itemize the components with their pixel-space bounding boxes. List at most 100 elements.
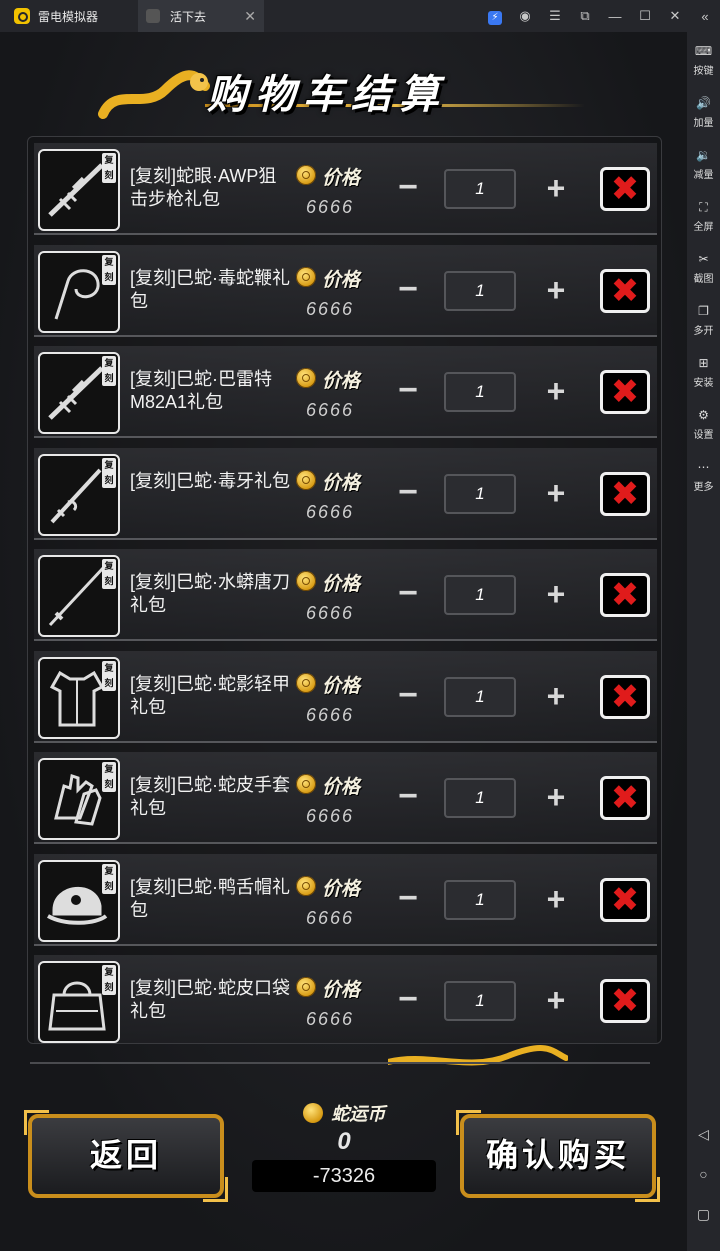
maximize-icon[interactable]: ☐ <box>630 8 660 24</box>
close-icon: ✖ <box>610 271 640 310</box>
cart-header: 购物车结算 <box>95 60 595 130</box>
quantity-input[interactable]: 1 <box>444 473 516 514</box>
item-thumbnail[interactable]: 复刻 <box>38 453 120 536</box>
back-button[interactable]: 返回 <box>24 1110 228 1202</box>
item-price: 6666 <box>306 806 355 826</box>
remove-item-button[interactable]: ✖ <box>600 573 650 617</box>
sidebar-item-4[interactable]: ✂ 截图 <box>687 244 720 292</box>
increase-quantity-button[interactable]: + <box>538 882 574 918</box>
remove-item-button[interactable]: ✖ <box>600 471 650 516</box>
increase-quantity-button[interactable]: + <box>538 374 574 410</box>
quantity-input[interactable]: 1 <box>444 778 516 818</box>
sidebar-item-label: 全屏 <box>693 222 714 233</box>
sidebar-item-2[interactable]: 🔉 减量 <box>687 140 720 188</box>
coin-icon <box>296 165 316 185</box>
sidebar-item-7[interactable]: ⚙ 设置 <box>687 400 720 448</box>
decrease-quantity-button[interactable]: − <box>390 678 426 715</box>
remove-item-button[interactable]: ✖ <box>600 674 650 719</box>
increase-quantity-button[interactable]: + <box>538 171 574 207</box>
close-icon: ✖ <box>610 373 640 411</box>
quantity-input[interactable]: 1 <box>444 169 516 209</box>
nav-back-icon[interactable]: ◁ <box>687 1126 720 1143</box>
item-thumbnail[interactable]: 复刻 <box>38 250 120 333</box>
item-price: 6666 <box>306 603 355 623</box>
close-icon: ✖ <box>610 779 640 817</box>
remove-item-button[interactable]: ✖ <box>600 776 650 820</box>
decrease-quantity-button[interactable]: − <box>390 475 426 512</box>
minimize-icon[interactable]: — <box>600 9 630 24</box>
close-icon[interactable]: ✕ <box>660 8 690 24</box>
cart-item-row: 复刻 [复刻]巳蛇·巴雷特M82A1礼包 价格 6666 −1 + ✖ <box>34 346 657 438</box>
increase-quantity-button[interactable]: + <box>538 273 574 309</box>
cart-item-row: 复刻 [复刻]巳蛇·鸭舌帽礼包 价格 6666 −1 + ✖ <box>34 853 657 946</box>
item-thumbnail[interactable]: 复刻 <box>38 656 120 739</box>
decrease-quantity-button[interactable]: − <box>390 170 426 207</box>
item-thumbnail[interactable]: 复刻 <box>38 149 120 231</box>
increase-quantity-button[interactable]: + <box>538 679 574 715</box>
item-thumbnail[interactable]: 复刻 <box>38 961 120 1043</box>
item-thumbnail[interactable]: 复刻 <box>38 352 120 434</box>
coin-icon <box>296 774 316 794</box>
footer-divider <box>30 1062 650 1064</box>
decrease-quantity-button[interactable]: − <box>390 272 426 309</box>
sidebar-item-8[interactable]: ⋯ 更多 <box>687 452 720 500</box>
account-icon[interactable]: ◉ <box>510 8 540 24</box>
sidebar-item-1[interactable]: 🔊 加量 <box>687 88 720 136</box>
item-price: 6666 <box>306 704 355 725</box>
decrease-quantity-button[interactable]: − <box>390 373 426 410</box>
multi-window-icon[interactable]: ⧉ <box>570 8 600 24</box>
reissue-tag: 复刻 <box>102 559 116 589</box>
item-thumbnail[interactable]: 复刻 <box>38 859 120 942</box>
sidebar-item-0[interactable]: ⌨ 按键 <box>687 36 720 84</box>
menu-icon[interactable]: ☰ <box>540 8 570 24</box>
volume-down-icon: 🔉 <box>696 148 711 162</box>
item-thumbnail[interactable]: 复刻 <box>38 758 120 840</box>
item-name: [复刻]蛇眼·AWP狙击步枪礼包 <box>130 166 277 209</box>
item-price: 6666 <box>306 298 355 319</box>
decrease-quantity-button[interactable]: − <box>390 881 426 918</box>
fullscreen-icon: ⛶ <box>699 200 708 214</box>
cart-list[interactable]: 复刻 [复刻]蛇眼·AWP狙击步枪礼包 价格 6666−1 + ✖ 复刻 [复刻]巳蛇·毒蛇鞭… <box>27 136 662 1044</box>
nav-home-icon[interactable]: ○ <box>687 1166 720 1182</box>
tab-title: 活下去 <box>170 9 207 24</box>
price-label: 价格 <box>322 574 361 595</box>
remove-item-button[interactable]: ✖ <box>600 370 650 414</box>
decrease-quantity-button[interactable]: − <box>390 576 426 613</box>
item-thumbnail[interactable]: 复刻 <box>38 555 120 637</box>
quantity-input[interactable]: 1 <box>444 575 516 615</box>
price-label: 价格 <box>322 777 361 798</box>
tab-game[interactable]: 活下去 ✕ <box>138 0 264 32</box>
reissue-tag: 复刻 <box>102 660 116 691</box>
quantity-input[interactable]: 1 <box>444 676 516 717</box>
coin-icon <box>296 266 316 287</box>
boost-icon[interactable]: ⚡ <box>480 8 510 25</box>
tab-close-icon[interactable]: ✕ <box>244 8 256 25</box>
currency-value: 0 <box>337 1128 351 1155</box>
emulator-titlebar: 雷电模拟器 活下去 ✕ ⚡ ◉ ☰ ⧉ — ☐ ✕ « <box>0 0 720 32</box>
increase-quantity-button[interactable]: + <box>538 780 574 816</box>
increase-quantity-button[interactable]: + <box>538 476 574 512</box>
collapse-sidebar-icon[interactable]: « <box>690 9 720 24</box>
scissors-icon: ✂ <box>698 252 709 266</box>
decrease-quantity-button[interactable]: − <box>390 982 426 1019</box>
item-name: [复刻]巳蛇·蛇皮口袋礼包 <box>130 978 290 1021</box>
sidebar-item-5[interactable]: ❐ 多开 <box>687 296 720 344</box>
sidebar-item-6[interactable]: ⊞ 安装 <box>687 348 720 396</box>
nav-recent-icon[interactable]: ▢ <box>687 1206 720 1223</box>
remove-item-button[interactable]: ✖ <box>600 877 650 922</box>
quantity-input[interactable]: 1 <box>444 981 516 1021</box>
remove-item-button[interactable]: ✖ <box>600 979 650 1023</box>
remove-item-button[interactable]: ✖ <box>600 167 650 211</box>
remove-item-button[interactable]: ✖ <box>600 268 650 313</box>
sidebar-item-label: 按键 <box>693 66 714 77</box>
quantity-input[interactable]: 1 <box>444 879 516 920</box>
decrease-quantity-button[interactable]: − <box>390 779 426 816</box>
sidebar-item-3[interactable]: ⛶ 全屏 <box>687 192 720 240</box>
quantity-input[interactable]: 1 <box>444 372 516 412</box>
quantity-input[interactable]: 1 <box>444 270 516 311</box>
increase-quantity-button[interactable]: + <box>538 577 574 613</box>
confirm-purchase-button[interactable]: 确认购买 <box>456 1110 660 1202</box>
item-price: 6666 <box>306 501 355 522</box>
coin-icon <box>296 368 316 388</box>
increase-quantity-button[interactable]: + <box>538 983 574 1019</box>
